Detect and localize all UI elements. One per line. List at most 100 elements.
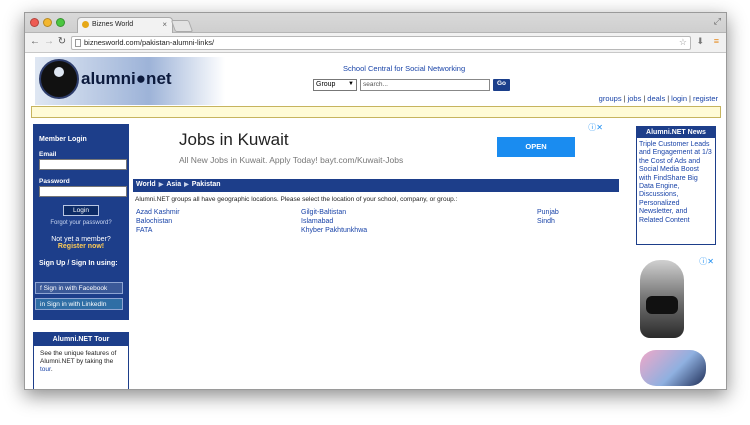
ad-subtitle: All New Jobs in Kuwait. Apply Today! bay…: [179, 155, 404, 165]
link-register[interactable]: register: [693, 94, 718, 103]
location-link[interactable]: Punjab: [537, 209, 559, 218]
site-header: alumni●net School Central for Social Net…: [25, 54, 726, 106]
signup-title: Sign Up / Sign In using:: [39, 260, 118, 267]
location-link[interactable]: Khyber Pakhtunkhwa: [301, 227, 367, 236]
tour-link[interactable]: tour: [40, 366, 51, 373]
breadcrumb-arrow-icon: ▶: [158, 182, 164, 188]
linkedin-icon: in: [40, 301, 47, 308]
right-sidebar: Alumni.NET News Triple Customer Leads an…: [636, 126, 716, 245]
separator: |: [623, 94, 626, 103]
facebook-signin-button[interactable]: f Sign in with Facebook: [35, 282, 123, 294]
jobs-ad-banner[interactable]: Jobs in Kuwait All New Jobs in Kuwait. A…: [153, 122, 603, 176]
location-link[interactable]: FATA: [136, 227, 180, 236]
search-type-value: Group: [316, 81, 336, 88]
register-link[interactable]: Register now!: [36, 243, 126, 250]
locations-intro: Alumni.NET groups all have geographic lo…: [135, 196, 458, 203]
location-column-2: Gilgit-Baltistan Islamabad Khyber Pakhtu…: [301, 209, 367, 235]
tab-title: Biznes World: [92, 21, 134, 28]
page-icon: [75, 39, 81, 47]
close-window-button[interactable]: [30, 18, 39, 27]
link-jobs[interactable]: jobs: [628, 94, 642, 103]
tab-strip: Biznes World × ⤢: [25, 13, 726, 33]
forgot-password-link[interactable]: Forgot your password?: [36, 220, 126, 226]
top-links: groups | jobs | deals | login | register: [599, 94, 718, 103]
address-bar[interactable]: biznesworld.com/pakistan-alumni-links/ ☆: [71, 36, 691, 50]
tour-body: See the unique features of Alumni.NET by…: [34, 346, 128, 378]
logo-text: alumni●net: [81, 69, 172, 88]
product-ad[interactable]: ⓘ✕: [636, 254, 716, 389]
login-button[interactable]: Login: [63, 205, 99, 216]
linkedin-label: Sign in with LinkedIn: [46, 301, 107, 308]
link-groups[interactable]: groups: [599, 94, 622, 103]
tour-text: See the unique features of Alumni.NET by…: [40, 350, 117, 366]
alumni-net-logo[interactable]: alumni●net: [35, 57, 225, 105]
news-panel: Alumni.NET News Triple Customer Leads an…: [636, 126, 716, 245]
breadcrumb-world[interactable]: World: [136, 181, 156, 188]
tour-panel: Alumni.NET Tour See the unique features …: [33, 332, 129, 389]
bookmark-star-icon[interactable]: ☆: [679, 37, 687, 48]
window-controls: [30, 18, 65, 27]
email-label: Email: [39, 151, 57, 158]
location-link[interactable]: Gilgit-Baltistan: [301, 209, 367, 218]
fullscreen-icon[interactable]: ⤢: [714, 16, 721, 27]
location-link[interactable]: Sindh: [537, 218, 559, 227]
separator: |: [667, 94, 670, 103]
chevron-down-icon: ▼: [348, 81, 354, 87]
tagline: School Central for Social Networking: [343, 64, 466, 73]
news-title: Alumni.NET News: [637, 127, 715, 138]
sleep-mask-image: [640, 350, 706, 386]
go-button[interactable]: Go: [493, 79, 510, 91]
facebook-label: Sign in with Facebook: [43, 285, 108, 292]
email-field[interactable]: [39, 159, 127, 170]
visor-shape: [646, 296, 678, 314]
news-link[interactable]: Triple Customer Leads and Engagement at …: [637, 138, 715, 228]
menu-icon[interactable]: ≡: [714, 36, 719, 46]
forward-arrow-icon[interactable]: →: [43, 36, 55, 47]
globe-icon: [39, 59, 79, 99]
browser-window: Biznes World × ⤢ ← → ↻ biznesworld.com/p…: [24, 12, 727, 390]
left-sidebar: Member Login Email Password Login Forgot…: [33, 124, 129, 389]
member-login-panel: Member Login Email Password Login Forgot…: [33, 124, 129, 320]
linkedin-signin-button[interactable]: in Sign in with LinkedIn: [35, 298, 123, 310]
tab-close-icon[interactable]: ×: [162, 20, 167, 29]
tour-title: Alumni.NET Tour: [34, 333, 128, 346]
search-type-select[interactable]: Group ▼: [313, 79, 357, 91]
password-label: Password: [39, 178, 70, 185]
login-title: Member Login: [39, 136, 87, 143]
back-arrow-icon[interactable]: ←: [29, 36, 41, 47]
ad-title: Jobs in Kuwait: [179, 130, 289, 149]
password-field[interactable]: [39, 186, 127, 197]
maximize-window-button[interactable]: [56, 18, 65, 27]
favicon-icon: [82, 21, 89, 28]
tour-period: .: [50, 366, 53, 374]
location-link[interactable]: Azad Kashmir: [136, 209, 180, 218]
breadcrumb-pakistan[interactable]: Pakistan: [192, 181, 221, 188]
not-member-text: Not yet a member?: [51, 236, 111, 243]
ad-choices-icon[interactable]: ⓘ✕: [588, 122, 603, 133]
notice-bar: [31, 106, 721, 118]
breadcrumb: World ▶ Asia ▶ Pakistan: [133, 179, 619, 192]
search-bar: Group ▼ search... Go: [313, 79, 510, 91]
extension-icon[interactable]: ⬇: [696, 36, 704, 47]
breadcrumb-asia[interactable]: Asia: [166, 181, 181, 188]
location-link[interactable]: Islamabad: [301, 218, 367, 227]
breadcrumb-arrow-icon: ▶: [184, 182, 189, 188]
reload-icon[interactable]: ↻: [56, 36, 68, 47]
minimize-window-button[interactable]: [43, 18, 52, 27]
separator: |: [643, 94, 646, 103]
helmet-image: [640, 260, 684, 338]
link-login[interactable]: login: [671, 94, 687, 103]
location-link[interactable]: Balochistan: [136, 218, 180, 227]
new-tab-button[interactable]: [170, 20, 194, 32]
url-text: biznesworld.com/pakistan-alumni-links/: [84, 38, 215, 47]
link-deals[interactable]: deals: [647, 94, 665, 103]
page-content: alumni●net School Central for Social Net…: [25, 54, 726, 389]
tab-biznes-world[interactable]: Biznes World ×: [77, 17, 173, 33]
location-column-1: Azad Kashmir Balochistan FATA: [136, 209, 180, 235]
ad-choices-icon[interactable]: ⓘ✕: [699, 256, 714, 267]
separator: |: [689, 94, 691, 103]
ad-open-button[interactable]: OPEN: [497, 137, 575, 157]
browser-toolbar: ← → ↻ biznesworld.com/pakistan-alumni-li…: [25, 33, 726, 53]
location-column-3: Punjab Sindh: [537, 209, 559, 227]
search-input[interactable]: search...: [360, 79, 490, 91]
